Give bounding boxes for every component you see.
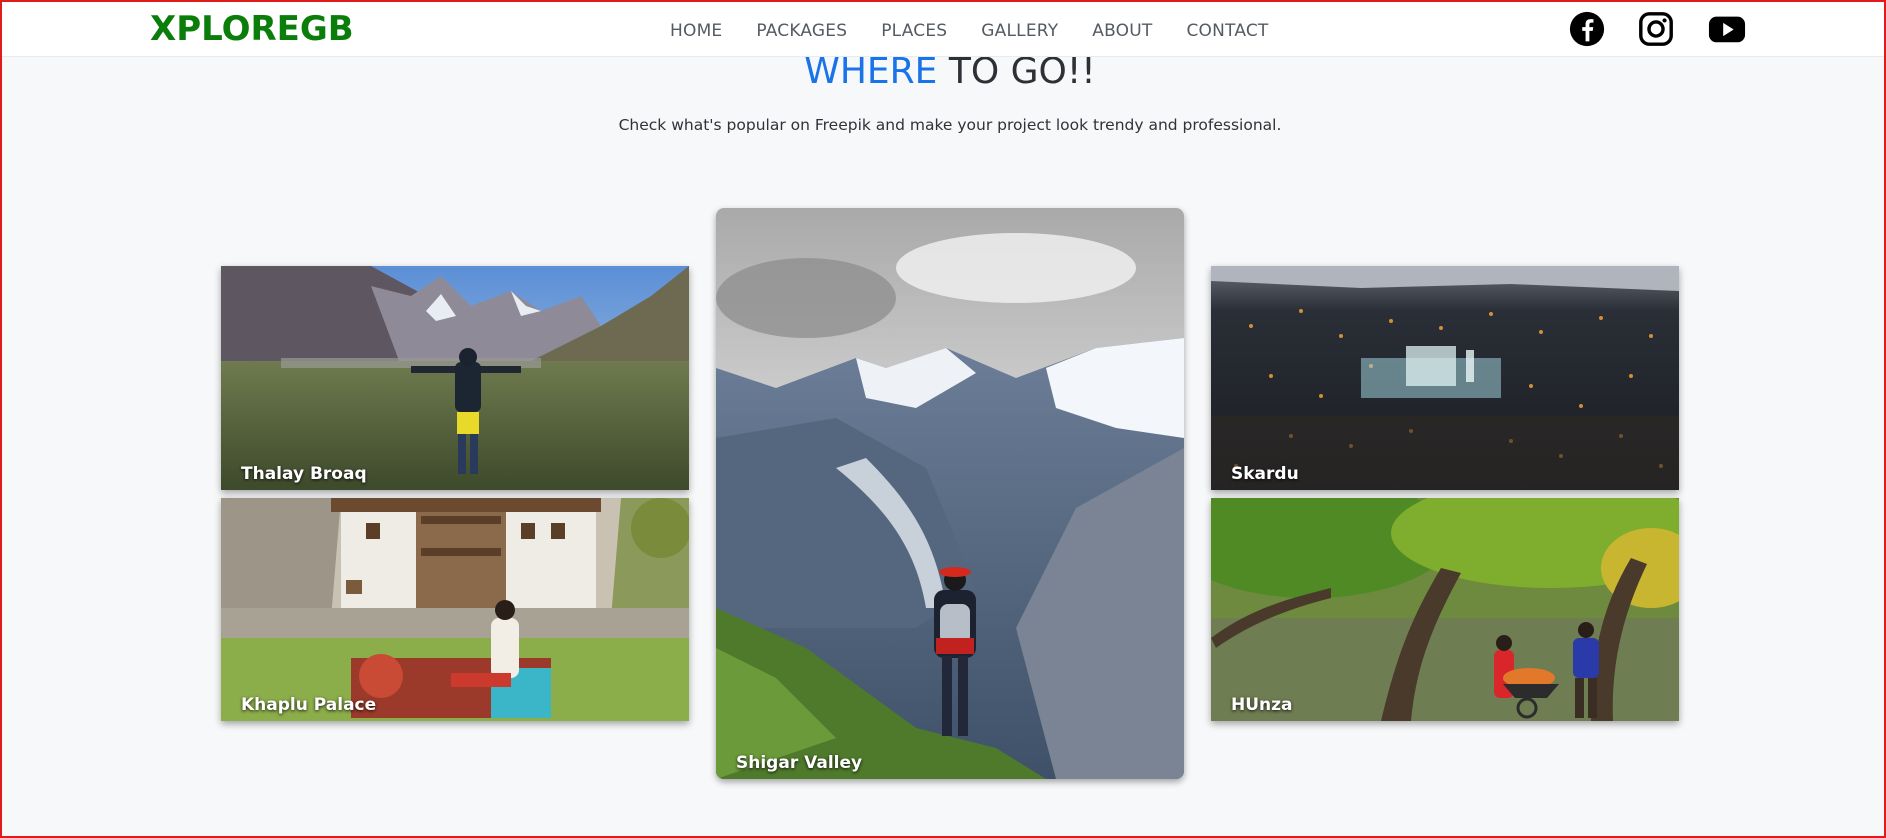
khaplu-palace-image (221, 498, 689, 721)
youtube-icon[interactable] (1706, 10, 1748, 48)
skardu-image (1211, 266, 1679, 490)
hunza-image (1211, 498, 1679, 721)
nav-link-about[interactable]: ABOUT (1092, 20, 1152, 42)
nav-link-home[interactable]: HOME (670, 20, 722, 42)
heading-accent: WHERE (804, 51, 938, 92)
destination-card-thalay-broaq[interactable]: Thalay Broaq (221, 266, 689, 490)
card-label: Thalay Broaq (241, 464, 367, 484)
facebook-icon[interactable] (1568, 10, 1606, 48)
nav-link-packages[interactable]: PACKAGES (756, 20, 847, 42)
nav-links: HOME PACKAGES PLACES GALLERY ABOUT CONTA… (670, 20, 1303, 42)
nav-link-contact[interactable]: CONTACT (1186, 20, 1268, 42)
nav-link-gallery[interactable]: GALLERY (981, 20, 1058, 42)
destination-card-khaplu-palace[interactable]: Khaplu Palace (221, 498, 689, 721)
shigar-valley-image (716, 208, 1184, 779)
heading-rest: TO GO!! (937, 51, 1096, 92)
nav-link-places[interactable]: PLACES (881, 20, 947, 42)
section-subtitle: Check what's popular on Freepik and make… (618, 116, 1282, 134)
brand-logo[interactable]: XPLOREGB (150, 9, 354, 49)
social-links (1568, 10, 1748, 48)
card-label: Shigar Valley (736, 753, 863, 773)
destination-card-shigar-valley[interactable]: Shigar Valley (716, 208, 1184, 779)
card-label: Khaplu Palace (241, 695, 377, 715)
thalay-broaq-image (221, 266, 689, 490)
card-label: Skardu (1231, 464, 1299, 484)
instagram-icon[interactable] (1637, 10, 1675, 48)
navbar: XPLOREGB HOME PACKAGES PLACES GALLERY AB… (0, 0, 1886, 57)
destination-card-hunza[interactable]: HUnza (1211, 498, 1679, 721)
destination-card-skardu[interactable]: Skardu (1211, 266, 1679, 490)
card-label: HUnza (1231, 695, 1293, 715)
